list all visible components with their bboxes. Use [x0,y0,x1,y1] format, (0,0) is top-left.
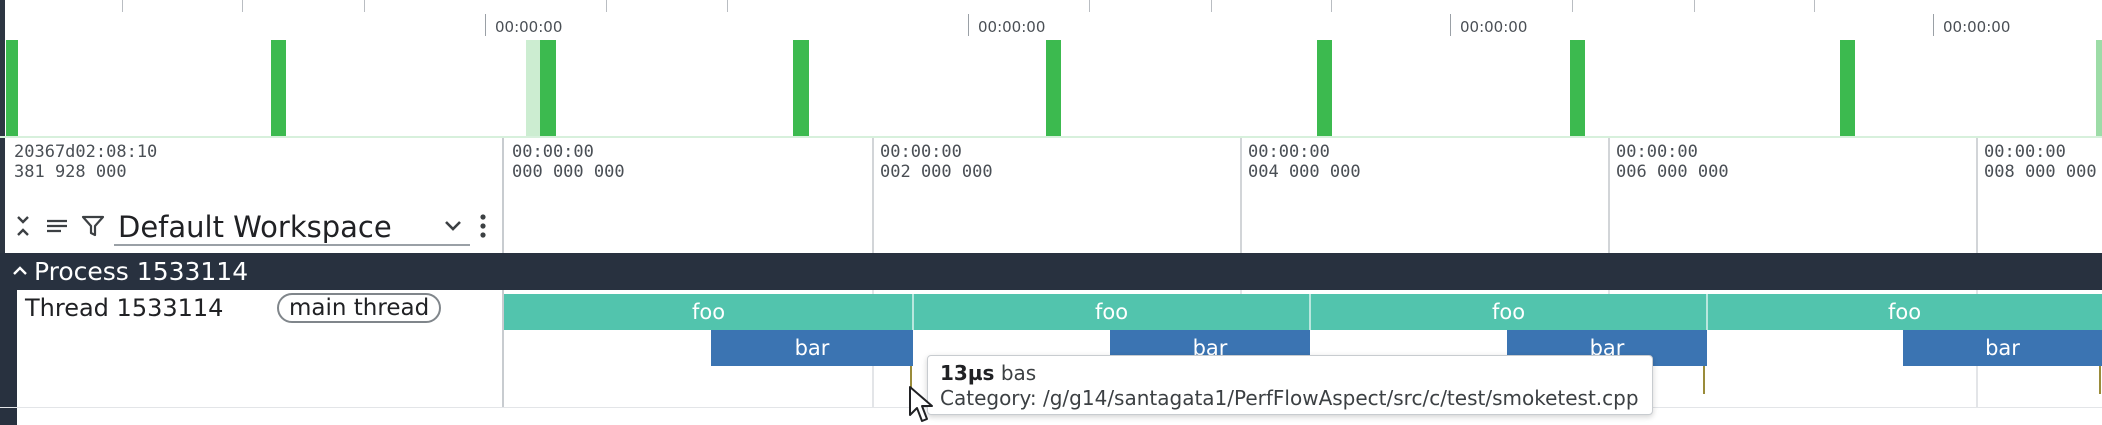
slice-foo[interactable]: foo [1707,294,2102,330]
more-vert-icon[interactable] [476,212,490,240]
overview-time-label: 00:00:00 [1460,18,1528,36]
slice-bas[interactable] [1703,366,1705,394]
axis-tick-label: 00:00:00 000 000 000 [512,142,625,182]
overview-tick [242,0,243,12]
mouse-pointer-icon [909,386,933,422]
slice-separator [1309,294,1311,330]
overview-activity-bar [540,40,556,136]
slice-foo[interactable]: foo [913,294,1310,330]
chevron-down-icon [445,221,461,231]
overview-time-label: 00:00:00 [495,18,563,36]
slice-separator [1706,294,1708,330]
chevron-up-icon[interactable] [12,263,28,279]
overview-major-tick [1933,14,1934,36]
workspace-select[interactable]: Default Workspace [114,204,470,246]
overview-tick [1694,0,1695,12]
overview-timeline[interactable]: 00:00:00 00:00:00 00:00:00 00:00:00 [0,0,2102,138]
axis-gridline [1976,138,1978,253]
tooltip-slice-name: bas [1000,361,1037,385]
tooltip-category: Category: /g/g14/santagata1/PerfFlowAspe… [940,386,1639,410]
overview-activity-bar [1046,40,1061,136]
overview-left-edge [0,0,5,138]
axis-gridline [1608,138,1610,253]
tooltip-title: 13µs bas [940,361,1640,386]
overview-ticks [0,0,2102,14]
axis-gridline [872,138,874,253]
header-divider[interactable] [502,138,504,253]
slice-foo[interactable]: foo [1310,294,1707,330]
collapse-all-icon[interactable] [10,212,36,240]
axis-tick-label: 00:00:00 006 000 000 [1616,142,1729,182]
slice-foo[interactable]: foo [504,294,913,330]
filter-icon[interactable] [80,212,106,240]
overview-tick [1814,0,1815,12]
overview-major-tick [485,14,486,36]
overview-tick [606,0,607,12]
overview-tick [1331,0,1332,12]
overview-activity-bar [1840,40,1855,136]
overview-time-label: 00:00:00 [978,18,1046,36]
process-title: Process 1533114 [34,257,249,286]
overview-activity-bar [1570,40,1585,136]
process-track-header[interactable]: Process 1533114 [0,253,2102,290]
slice-bar[interactable]: bar [711,330,913,366]
track-toolbar: Default Workspace [10,204,494,248]
trace-offset-time: 20367d02:08:10 [14,142,158,162]
overview-tick [727,0,728,12]
header-left-edge [0,138,5,253]
overview-major-tick [968,14,969,36]
axis-tick-label: 00:00:00 002 000 000 [880,142,993,182]
axis-tick-label: 00:00:00 004 000 000 [1248,142,1361,182]
slice-separator [912,294,914,330]
tooltip-duration: 13µs [940,361,995,385]
thread-left-edge [0,290,17,407]
slice-tooltip: 13µs bas Category: /g/g14/santagata1/Per… [927,355,1653,415]
list-icon[interactable] [44,212,70,240]
slice-bar[interactable]: bar [1903,330,2102,366]
workspace-name: Default Workspace [118,210,392,244]
overview-tick [1572,0,1573,12]
overview-tick [1211,0,1212,12]
overview-tick [122,0,123,12]
main-thread-chip: main thread [277,293,442,323]
timeline-header: 20367d02:08:10 381 928 000 00:00:00 000 0… [0,138,2102,253]
overview-activity-bar [2096,40,2102,136]
axis-gridline [1240,138,1242,253]
overview-tick [364,0,365,12]
trace-offset-info: 20367d02:08:10 381 928 000 [14,142,157,182]
overview-major-tick [1450,14,1451,36]
axis-tick-label: 00:00:00 008 000 000 [1984,142,2097,182]
trace-offset-ns: 381 928 000 [14,162,127,182]
overview-activity-bar [793,40,809,136]
overview-time-label: 00:00:00 [1943,18,2011,36]
overview-activity-bar [271,40,286,136]
thread-name: Thread 1533114 [25,294,224,322]
overview-tick [1089,0,1090,12]
slice-bas[interactable] [2099,366,2101,394]
overview-activity-bar [6,40,18,136]
overview-activity-bar [1317,40,1332,136]
bottom-left-edge [0,408,17,425]
